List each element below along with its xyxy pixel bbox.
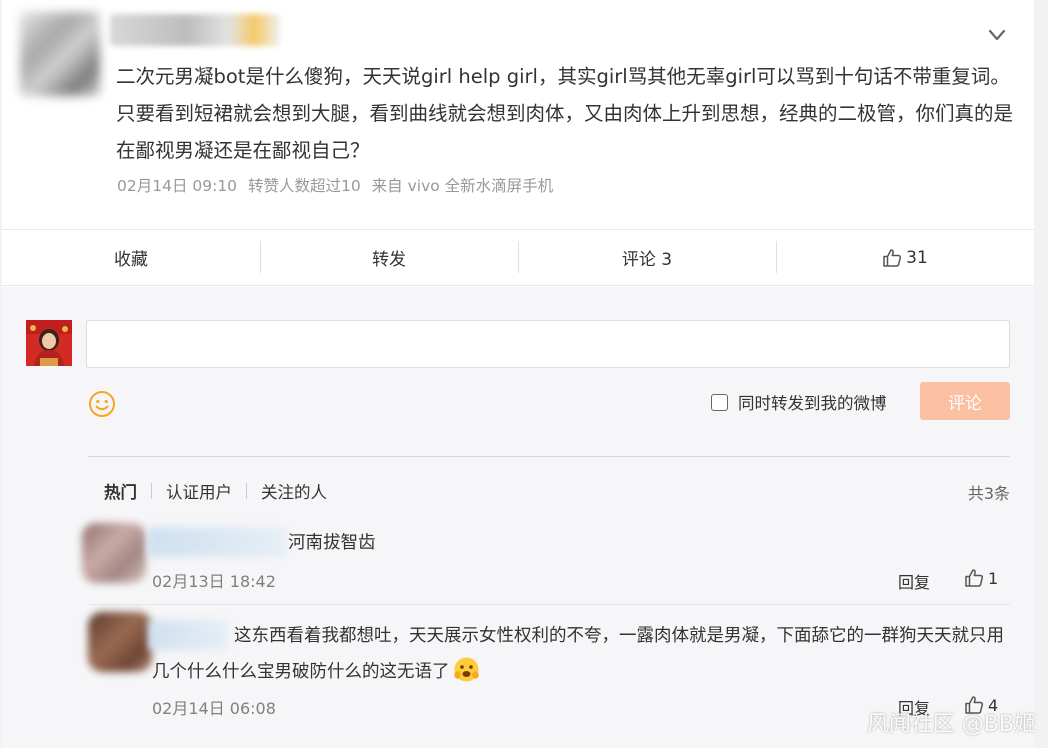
commenter-name[interactable] (148, 527, 286, 557)
action-bar: 收藏 转发 评论 3 31 (2, 230, 1034, 286)
repost-note: 转赞人数超过10 (247, 177, 361, 195)
comment-date: 02月14日 06:08 (152, 699, 276, 718)
repost-button[interactable]: 转发 (260, 230, 518, 285)
hugging-face-emoji (453, 657, 479, 682)
forward-label: 同时转发到我的微博 (738, 394, 887, 413)
comment-text: 这东西看着我都想吐，天天展示女性权利的不夸，一露肉体就是男凝，下面舔它的一群狗天… (152, 618, 1012, 690)
thumbs-up-icon (883, 248, 902, 267)
comment-button[interactable]: 评论 3 (518, 230, 776, 285)
my-avatar[interactable] (26, 320, 72, 366)
comment-text: 河南拔智齿 (288, 533, 376, 553)
submit-comment-button[interactable]: 评论 (920, 382, 1010, 420)
comment-total: 共3条 (967, 484, 1010, 503)
weibo-card: 二次元男凝bot是什么傻狗，天天说girl help girl，其实girl骂其… (2, 0, 1034, 748)
favorite-button[interactable]: 收藏 (2, 230, 260, 285)
like-count: 31 (906, 247, 928, 268)
author-avatar[interactable] (20, 12, 100, 96)
thumbs-up-icon (965, 569, 984, 587)
tab-separator (246, 483, 247, 499)
tab-separator (151, 483, 152, 499)
tab-following[interactable]: 关注的人 (261, 479, 327, 503)
repost-label: 转发 (372, 250, 406, 270)
comment-date: 02月13日 18:42 (152, 572, 276, 591)
comments-section: 同时转发到我的微博 评论 热门 认证用户 关注的人 共3条 河南拔智齿 02月1… (2, 287, 1034, 748)
comment-body: 这东西看着我都想吐，天天展示女性权利的不夸，一露肉体就是男凝，下面舔它的一群狗天… (152, 626, 1004, 682)
tab-verified-users[interactable]: 认证用户 (166, 479, 232, 503)
post-date[interactable]: 02月14日 09:10 (117, 177, 237, 195)
smiley-icon[interactable] (88, 390, 116, 418)
post-text: 二次元男凝bot是什么傻狗，天天说girl help girl，其实girl骂其… (116, 65, 1014, 162)
comment-filter: 热门 认证用户 关注的人 (104, 479, 327, 503)
comment-label: 评论 3 (621, 250, 673, 270)
forward-option[interactable]: 同时转发到我的微博 (711, 390, 887, 414)
comment-like-count: 1 (988, 568, 999, 588)
post: 二次元男凝bot是什么傻狗，天天说girl help girl，其实girl骂其… (2, 0, 1034, 230)
comment-like-button[interactable]: 1 (964, 568, 998, 588)
commenter-avatar[interactable] (88, 612, 152, 672)
reply-button[interactable]: 回复 (898, 569, 930, 593)
watermark: 风闻社区 @BB姬 (866, 712, 1036, 737)
comment-input[interactable] (86, 320, 1010, 368)
tab-hot[interactable]: 热门 (104, 479, 137, 503)
post-source[interactable]: 来自 vivo 全新水滴屏手机 (372, 177, 554, 195)
comment-divider (88, 604, 1010, 605)
post-meta: 02月14日 09:10 转赞人数超过10 来自 vivo 全新水滴屏手机 (117, 174, 559, 196)
commenter-avatar[interactable] (82, 523, 146, 583)
favorite-label: 收藏 (114, 250, 148, 270)
chevron-down-icon[interactable] (986, 24, 1008, 46)
like-button[interactable]: 31 (776, 230, 1034, 285)
forward-checkbox[interactable] (711, 393, 728, 411)
divider (88, 456, 1010, 457)
author-name[interactable] (110, 14, 280, 46)
